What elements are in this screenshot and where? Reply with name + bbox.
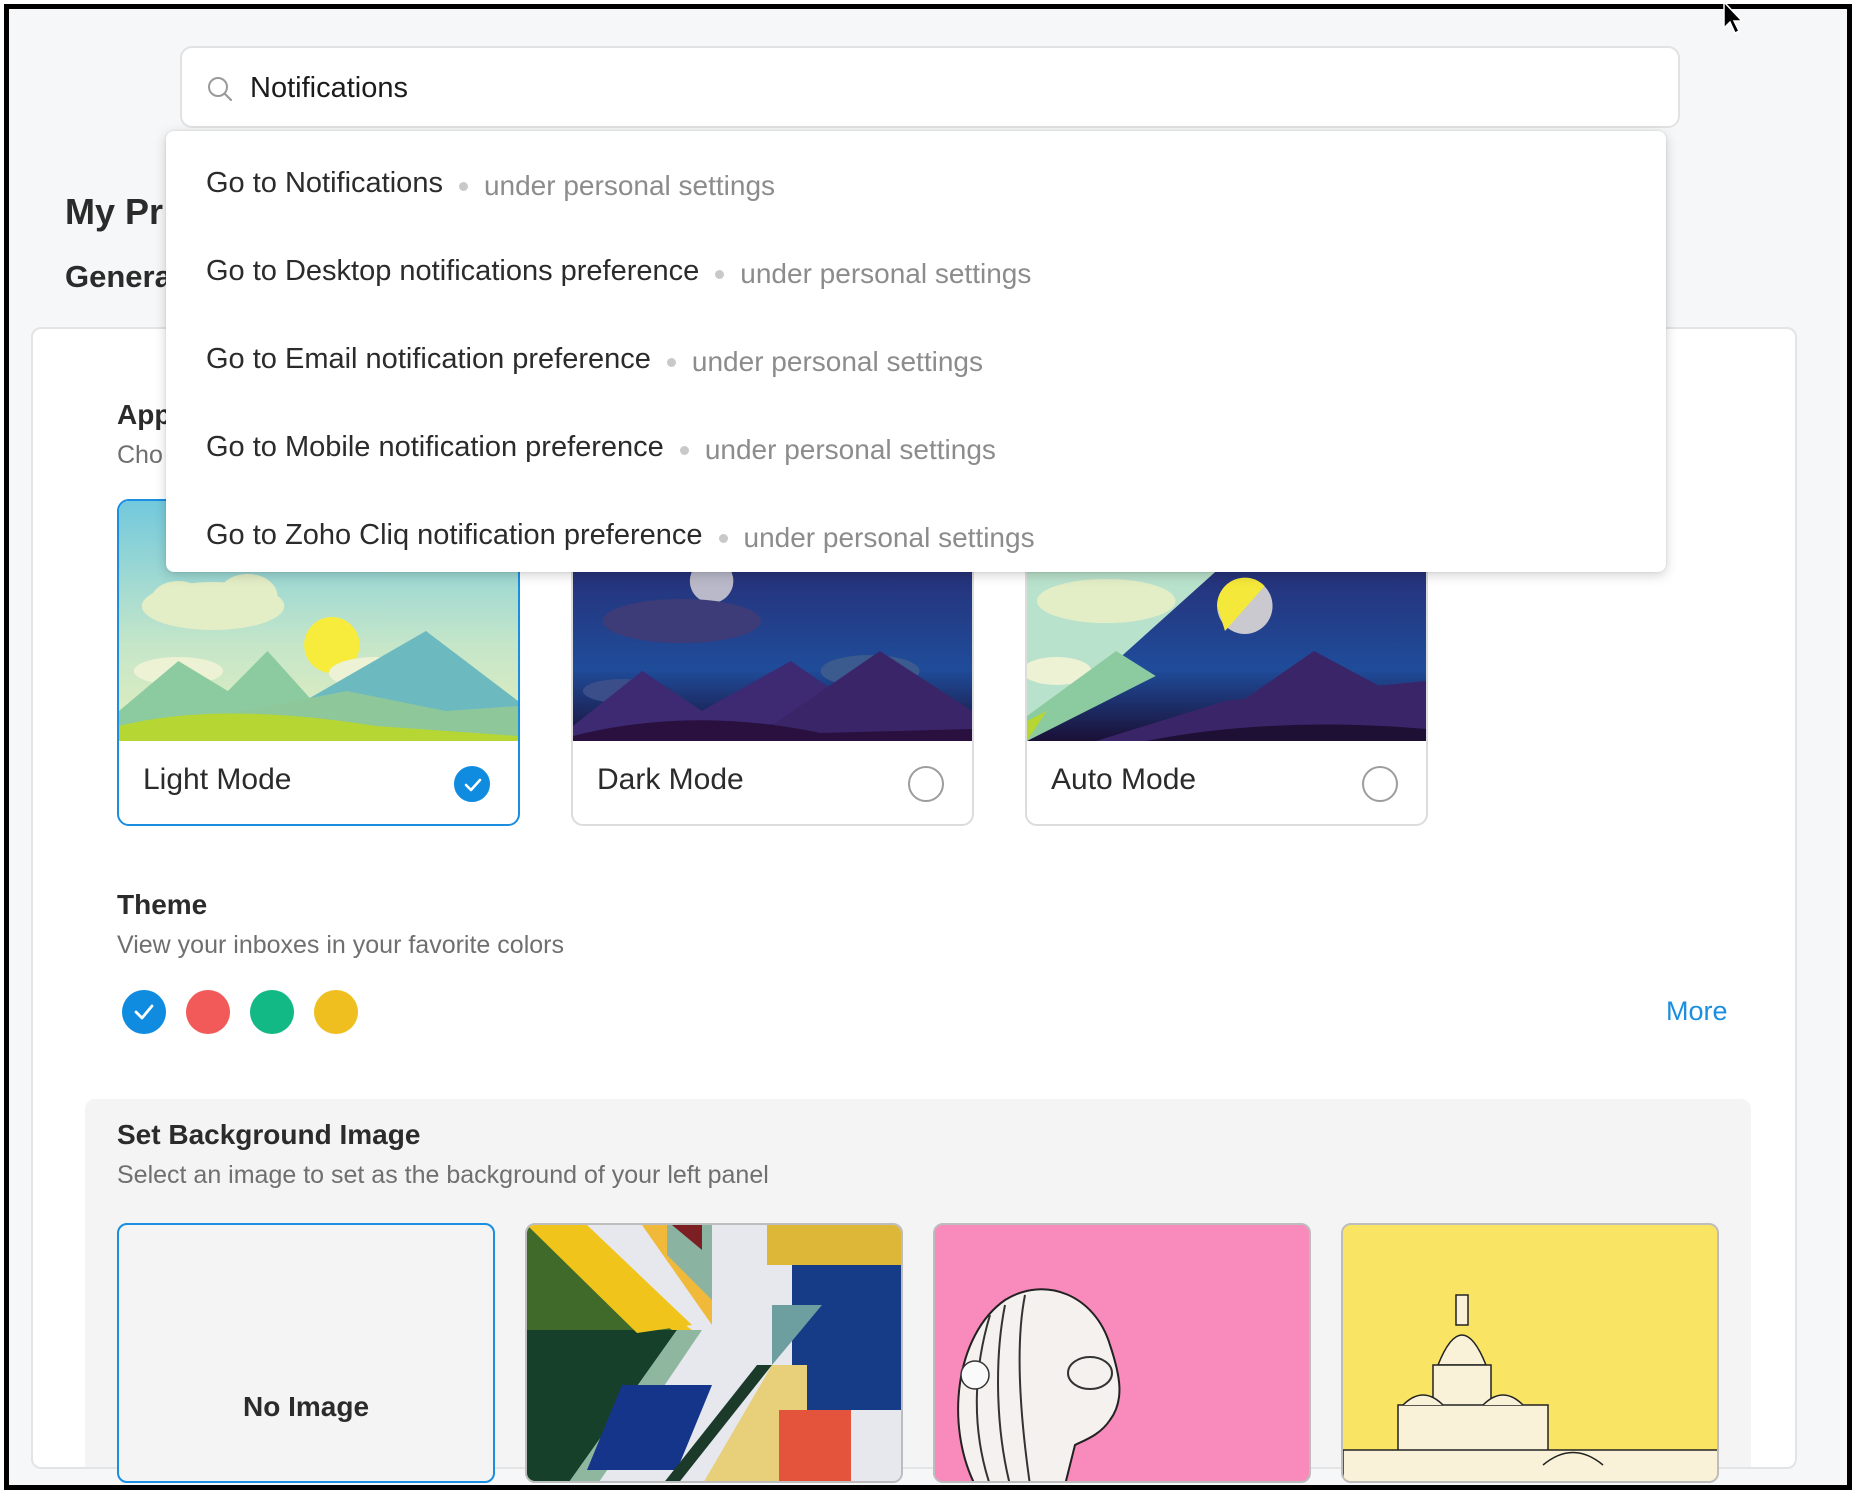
suggestion-label: Go to Desktop notifications preference (206, 254, 700, 287)
mode-label-auto: Auto Mode (1051, 763, 1197, 796)
bg-option-yellow-cathedral[interactable] (1341, 1223, 1719, 1483)
theme-swatch-green[interactable] (250, 990, 294, 1034)
page-title: My Pr (65, 191, 164, 232)
theme-swatch-yellow[interactable] (314, 990, 358, 1034)
mode-radio-dark[interactable] (908, 766, 944, 802)
mode-label-dark: Dark Mode (597, 763, 744, 796)
suggestion-context: under personal settings (483, 170, 776, 201)
background-title: Set Background Image (117, 1119, 421, 1150)
suggestion-item[interactable]: Go to Notifications under personal setti… (166, 139, 1666, 227)
separator-dot (715, 269, 725, 279)
bg-option-geometric[interactable] (525, 1223, 903, 1483)
mode-radio-light-checked[interactable] (454, 766, 490, 802)
theme-swatch-red[interactable] (186, 990, 230, 1034)
bg-option-pink-portrait[interactable] (933, 1223, 1311, 1483)
background-subtitle: Select an image to set as the background… (117, 1161, 769, 1189)
suggestion-context: under personal settings (704, 434, 996, 465)
portrait-sketch-thumbnail (935, 1225, 1309, 1481)
suggestion-label: Go to Zoho Cliq notification preference (206, 518, 703, 551)
appearance-subtitle: Cho (117, 441, 163, 469)
mouse-cursor-icon (1723, 0, 1744, 35)
suggestion-item[interactable]: Go to Zoho Cliq notification preference … (166, 491, 1666, 579)
more-themes-link[interactable]: More (1666, 996, 1728, 1027)
settings-search-input[interactable] (250, 66, 1650, 110)
cathedral-sketch-thumbnail (1343, 1225, 1717, 1481)
separator-dot (458, 181, 468, 191)
suggestion-context: under personal settings (743, 522, 1035, 553)
suggestion-label: Go to Mobile notification preference (206, 430, 664, 463)
settings-search-box[interactable] (180, 46, 1680, 128)
theme-swatch-blue-selected[interactable] (122, 990, 166, 1034)
geometric-art-thumbnail (527, 1225, 901, 1481)
no-image-label: No Image (242, 1391, 370, 1422)
suggestion-item[interactable]: Go to Desktop notifications preference u… (166, 227, 1666, 315)
appearance-title: App (117, 399, 172, 430)
bg-option-no-image[interactable]: No Image (117, 1223, 495, 1483)
check-icon (464, 778, 482, 792)
separator-dot (666, 357, 676, 367)
section-tab-general[interactable]: Genera (65, 259, 172, 295)
suggestion-label: Go to Notifications (206, 166, 443, 199)
suggestion-context: under personal settings (740, 258, 1032, 289)
mode-label-light: Light Mode (143, 763, 292, 796)
suggestion-item[interactable]: Go to Mobile notification preference und… (166, 403, 1666, 491)
app-window: My Pr Genera App Cho Light Mode Dark Mod… (4, 4, 1852, 1490)
separator-dot (679, 445, 689, 455)
search-suggestions-dropdown: Go to Notifications under personal setti… (166, 131, 1666, 572)
suggestion-item[interactable]: Go to Email notification preference unde… (166, 315, 1666, 403)
check-icon (134, 1004, 154, 1020)
mode-radio-auto[interactable] (1362, 766, 1398, 802)
suggestion-context: under personal settings (691, 346, 983, 377)
theme-subtitle: View your inboxes in your favorite color… (117, 931, 564, 959)
suggestion-label: Go to Email notification preference (206, 342, 651, 375)
theme-title: Theme (117, 889, 208, 920)
search-icon (208, 77, 233, 102)
separator-dot (718, 533, 728, 543)
